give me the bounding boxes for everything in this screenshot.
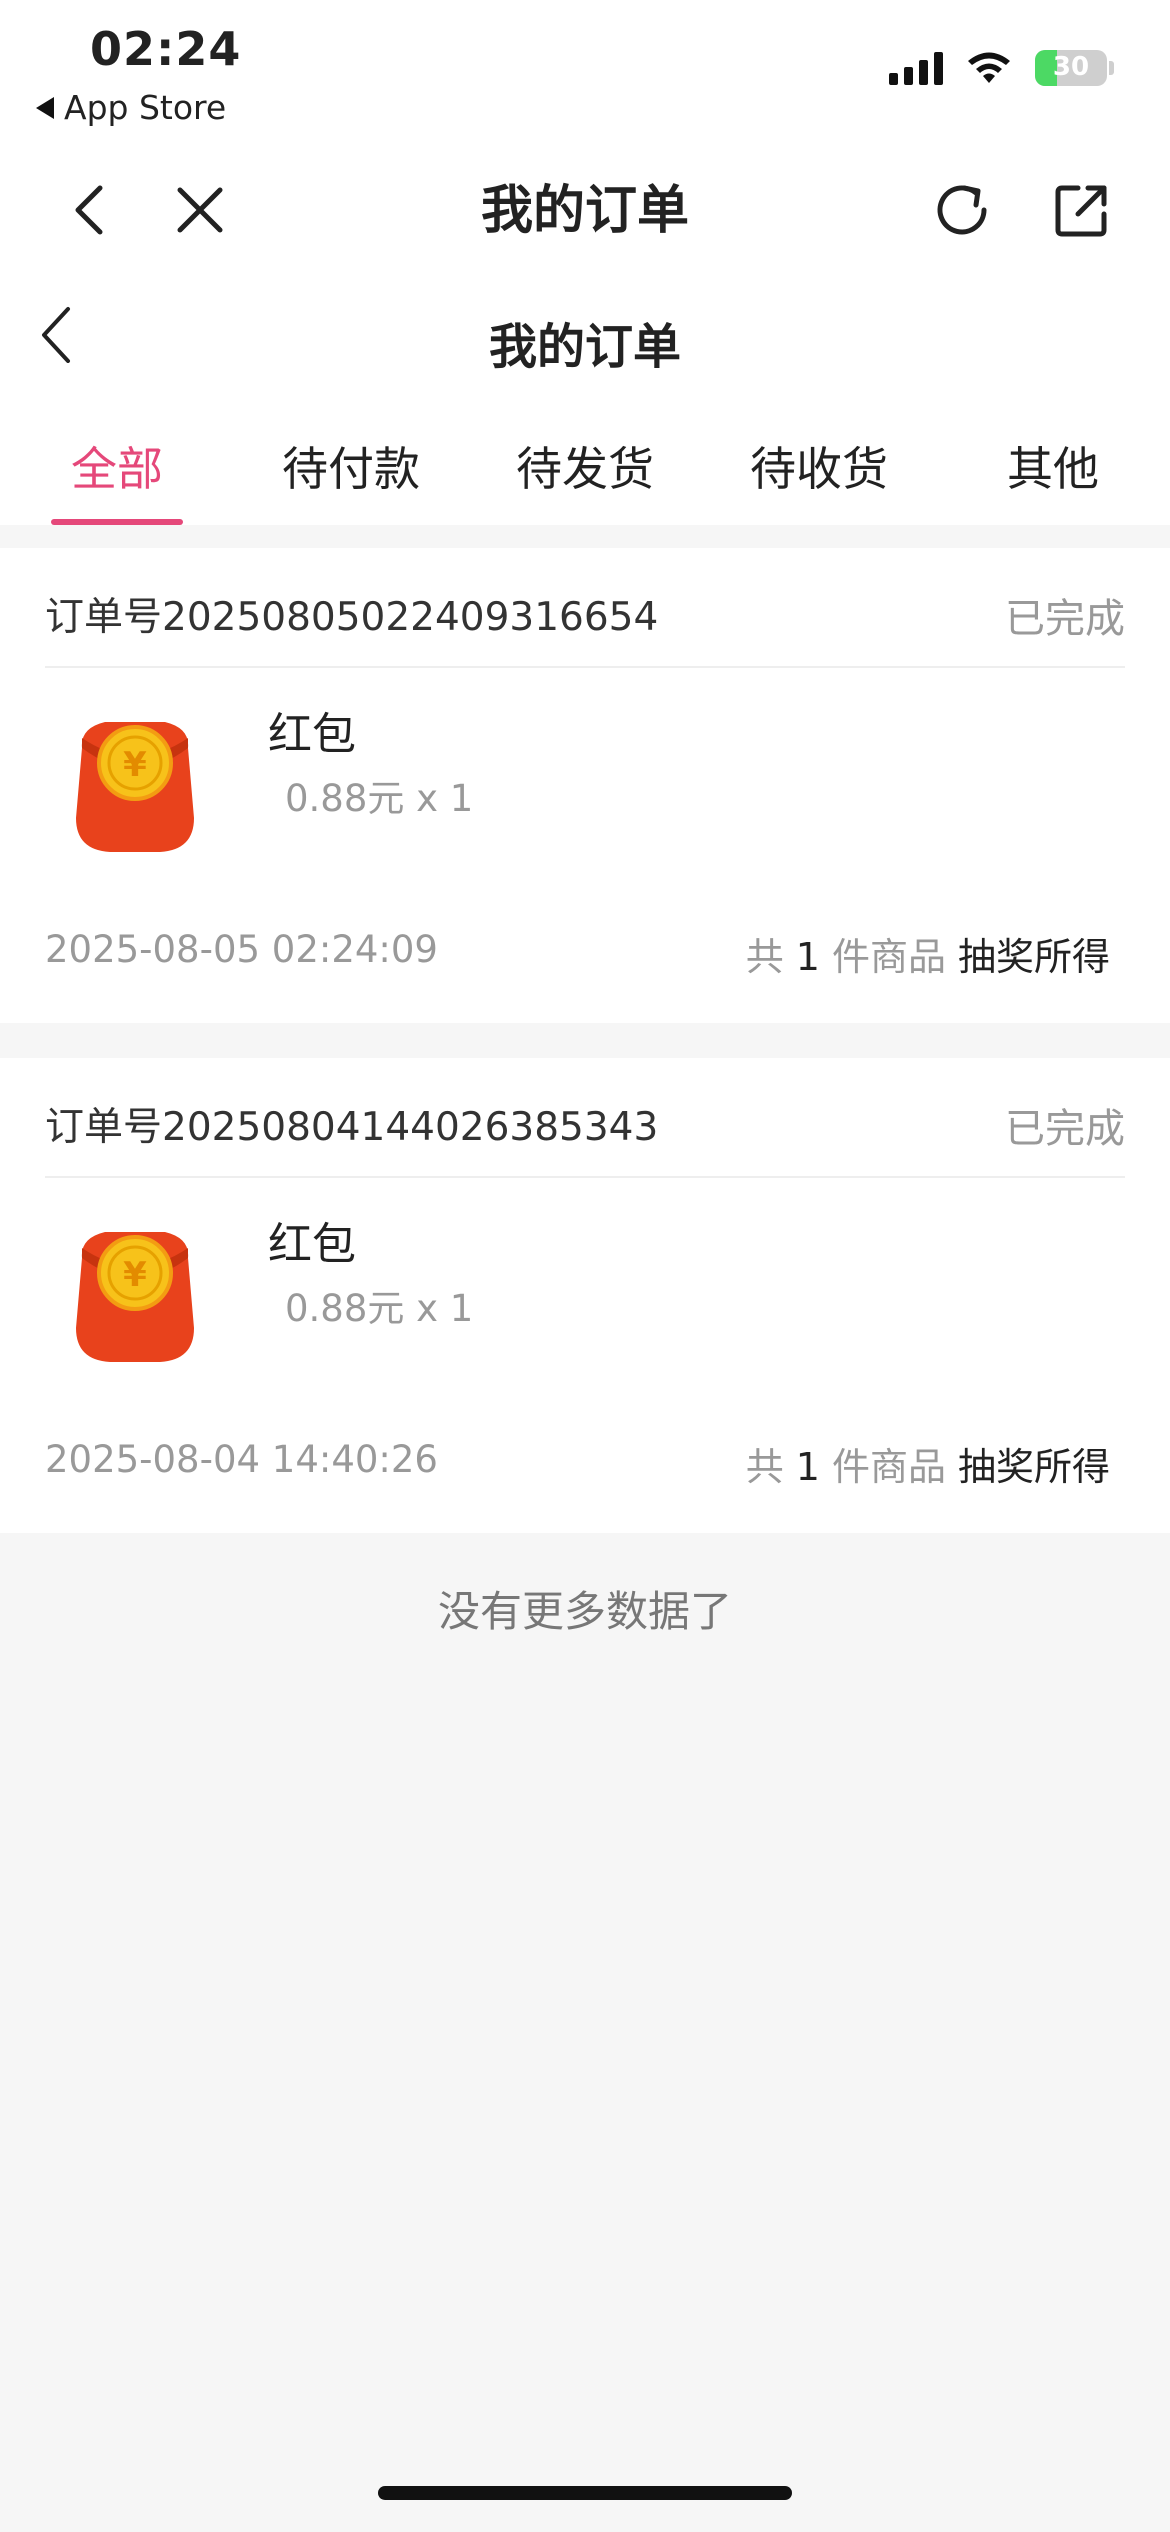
item-name: 红包 xyxy=(268,1219,356,1270)
back-to-app-link[interactable]: App Store xyxy=(36,88,226,127)
count-prefix: 共 xyxy=(745,935,784,979)
svg-text:¥: ¥ xyxy=(123,1255,147,1295)
page-header: 我的订单 xyxy=(0,275,1170,395)
item-price: 0.88元 x 1 xyxy=(285,1287,474,1330)
item-count: 1 xyxy=(795,935,820,979)
order-source: 抽奖所得 xyxy=(957,935,1110,979)
order-date: 2025-08-05 02:24:09 xyxy=(45,928,438,971)
wifi-icon xyxy=(968,52,1010,83)
no-more-data-text: 没有更多数据了 xyxy=(437,1587,732,1636)
status-indicators: 30 xyxy=(889,50,1114,86)
tab-all[interactable]: 全部 xyxy=(0,395,234,525)
red-envelope-icon: ¥ xyxy=(76,722,194,852)
order-header: 订单号20250805022409316654 已完成 xyxy=(45,548,1125,668)
order-status: 已完成 xyxy=(1005,1106,1125,1152)
page-title: 我的订单 xyxy=(488,319,681,375)
navbar-title: 我的订单 xyxy=(480,180,689,241)
count-suffix: 件商品 xyxy=(831,935,946,979)
back-triangle-icon xyxy=(36,96,54,119)
order-number: 订单号20250805022409316654 xyxy=(45,595,659,640)
order-date: 2025-08-04 14:40:26 xyxy=(45,1438,438,1481)
item-count: 1 xyxy=(795,1445,820,1489)
share-icon[interactable] xyxy=(1050,178,1114,242)
order-status: 已完成 xyxy=(1005,596,1125,642)
status-time: 02:24 xyxy=(90,22,242,76)
status-bar: 02:24 App Store 30 xyxy=(0,0,1170,140)
home-indicator[interactable] xyxy=(378,2486,792,2500)
order-header: 订单号20250804144026385343 已完成 xyxy=(45,1058,1125,1178)
order-summary: 共 1 件商品 抽奖所得 xyxy=(746,926,1110,981)
refresh-icon[interactable] xyxy=(930,178,994,242)
svg-text:¥: ¥ xyxy=(123,745,147,785)
count-prefix: 共 xyxy=(745,1445,784,1489)
order-number: 订单号20250804144026385343 xyxy=(45,1105,659,1150)
webview-navbar: 我的订单 xyxy=(0,140,1170,275)
item-name: 红包 xyxy=(268,709,356,760)
order-card[interactable]: 订单号20250805022409316654 已完成 ¥ 红包 0.88元 x… xyxy=(0,548,1170,1023)
count-suffix: 件商品 xyxy=(831,1445,946,1489)
tab-pending-shipment[interactable]: 待发货 xyxy=(468,395,702,525)
order-tabs: 全部 待付款 待发货 待收货 其他 xyxy=(0,395,1170,525)
tab-other[interactable]: 其他 xyxy=(936,395,1170,525)
order-source: 抽奖所得 xyxy=(957,1445,1110,1489)
back-app-label: App Store xyxy=(64,88,227,127)
tab-pending-payment[interactable]: 待付款 xyxy=(234,395,468,525)
tab-pending-receipt[interactable]: 待收货 xyxy=(702,395,936,525)
item-price: 0.88元 x 1 xyxy=(285,777,474,820)
order-card[interactable]: 订单号20250804144026385343 已完成 ¥ 红包 0.88元 x… xyxy=(0,1058,1170,1533)
red-envelope-icon: ¥ xyxy=(76,1232,194,1362)
cellular-signal-icon xyxy=(889,51,943,85)
battery-icon: 30 xyxy=(1035,50,1107,86)
order-summary: 共 1 件商品 抽奖所得 xyxy=(746,1436,1110,1491)
battery-level: 30 xyxy=(1052,52,1090,82)
